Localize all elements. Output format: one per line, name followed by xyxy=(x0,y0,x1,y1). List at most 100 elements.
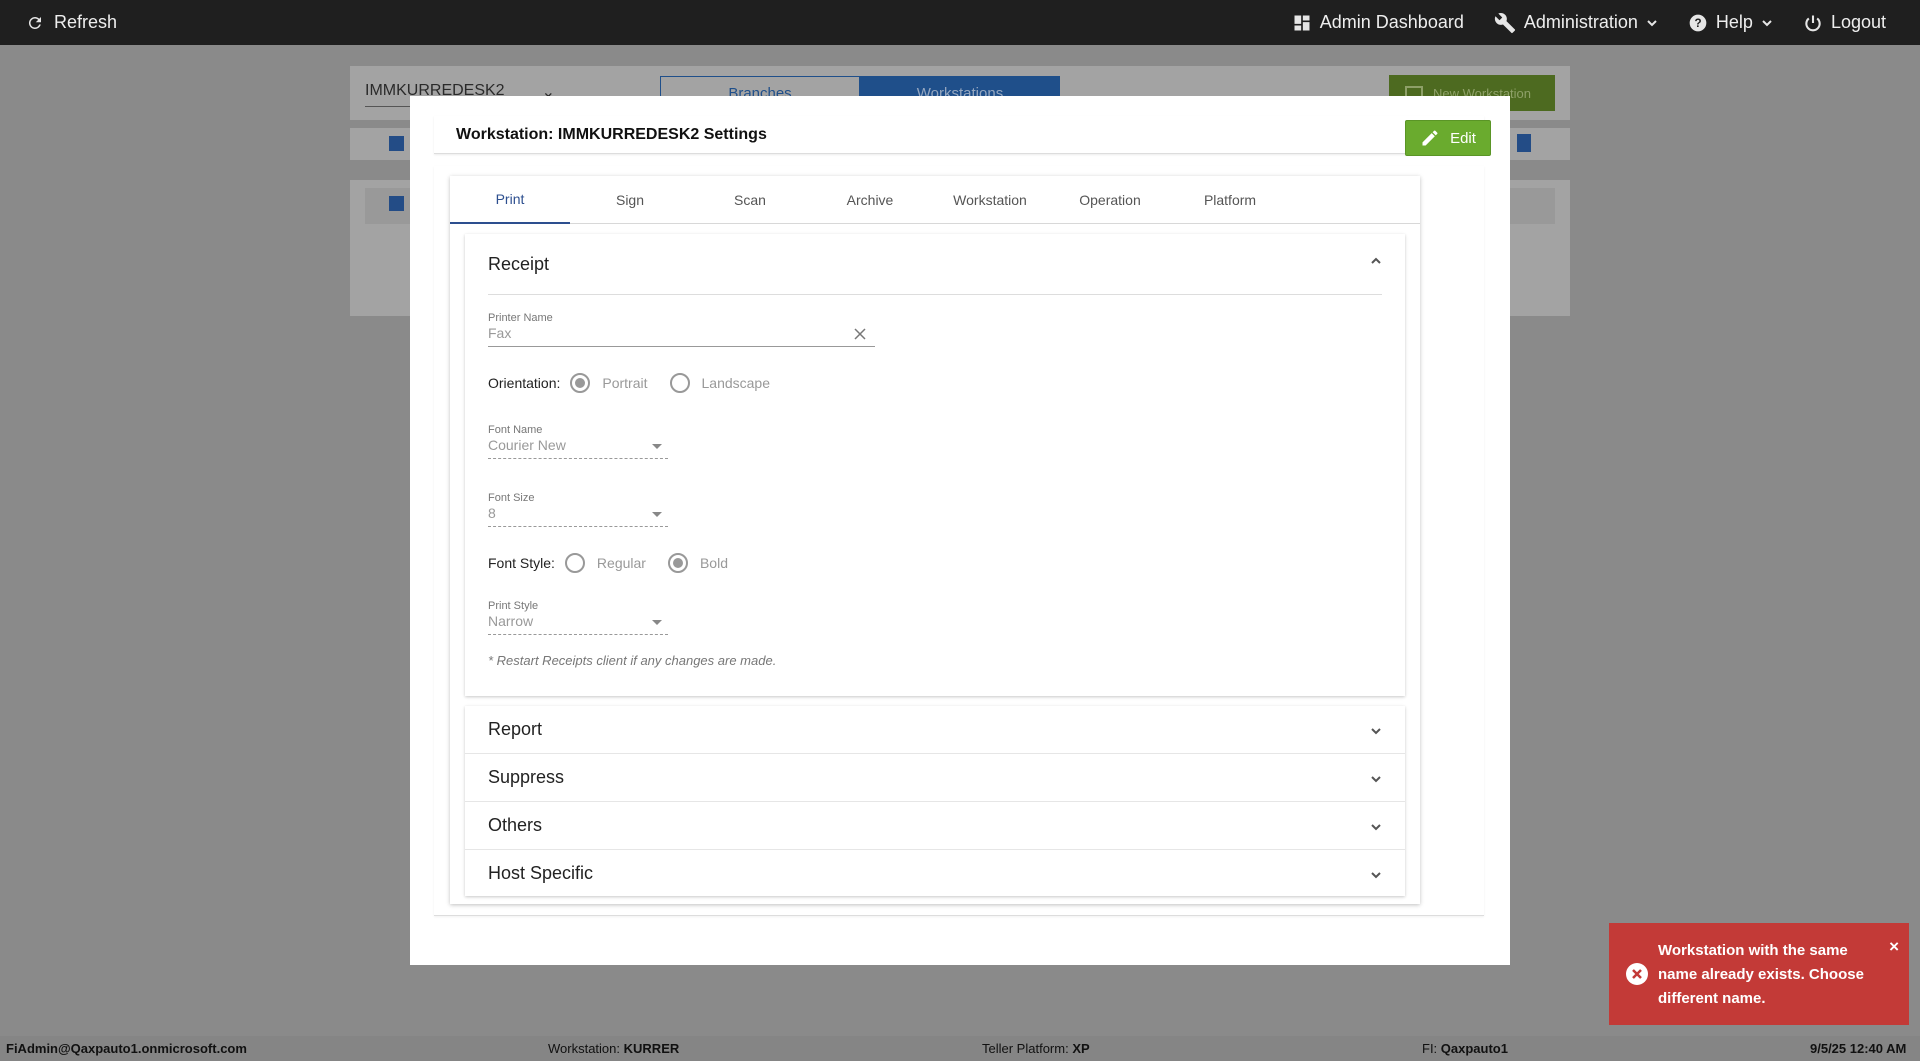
section-others[interactable]: Others xyxy=(465,802,1405,850)
dropdown-caret-icon[interactable] xyxy=(652,512,662,517)
tab-archive[interactable]: Archive xyxy=(810,176,930,224)
tab-scan[interactable]: Scan xyxy=(690,176,810,224)
tab-sign[interactable]: Sign xyxy=(570,176,690,224)
print-style-label: Print Style xyxy=(488,600,539,612)
close-icon[interactable]: × xyxy=(1889,938,1899,955)
help-menu[interactable]: ? Help xyxy=(1688,12,1773,33)
bold-radio[interactable] xyxy=(667,553,688,573)
status-workstation: Workstation: KURRER xyxy=(548,1041,679,1056)
modal-title: Workstation: IMMKURREDESK2 Settings xyxy=(456,126,767,143)
section-report[interactable]: Report xyxy=(465,706,1405,754)
top-navigation-bar: Refresh Admin Dashboard Administration ?… xyxy=(0,0,1920,45)
receipt-title[interactable]: Receipt xyxy=(488,254,549,275)
workstation-settings-modal: Workstation: IMMKURREDESK2 Settings Edit… xyxy=(410,96,1510,965)
section-report-title: Report xyxy=(488,719,543,739)
tab-workstation[interactable]: Workstation xyxy=(930,176,1050,224)
help-icon: ? xyxy=(1688,13,1708,33)
tab-print[interactable]: Print xyxy=(450,176,570,224)
portrait-label: Portrait xyxy=(602,375,648,391)
portrait-radio[interactable] xyxy=(570,373,591,393)
print-style-underline xyxy=(488,634,668,635)
power-icon xyxy=(1803,13,1823,33)
bold-label: Bold xyxy=(699,555,728,571)
pencil-icon xyxy=(1420,128,1440,148)
orientation-group: Orientation: Portrait Landscape xyxy=(488,373,792,393)
orientation-label: Orientation: xyxy=(488,375,561,391)
edit-button[interactable]: Edit xyxy=(1405,120,1491,156)
tab-operation[interactable]: Operation xyxy=(1050,176,1170,224)
print-style-select[interactable]: Narrow xyxy=(488,613,533,629)
section-host-specific-title: Host Specific xyxy=(488,863,594,883)
status-workstation-value: KURRER xyxy=(623,1041,680,1056)
trash-icon[interactable] xyxy=(1517,134,1531,152)
font-size-select[interactable]: 8 xyxy=(488,505,496,521)
select-all-checkbox[interactable] xyxy=(389,136,404,151)
logout-label: Logout xyxy=(1830,12,1886,32)
landscape-label: Landscape xyxy=(701,375,771,391)
font-size-underline xyxy=(488,526,668,527)
administration-menu[interactable]: Administration xyxy=(1494,12,1658,34)
font-name-underline xyxy=(488,458,668,459)
settings-card: Print Sign Scan Archive Workstation Oper… xyxy=(450,176,1420,904)
clear-icon[interactable] xyxy=(854,327,866,345)
error-icon xyxy=(1625,962,1649,991)
row-checkbox[interactable] xyxy=(389,196,404,211)
status-fi-value: Qaxpauto1 xyxy=(1440,1041,1508,1056)
chevron-down-icon xyxy=(1761,17,1773,29)
error-toast: Workstation with the same name already e… xyxy=(1609,923,1909,1025)
status-platform-value: XP xyxy=(1072,1041,1090,1056)
dashboard-icon xyxy=(1292,13,1312,33)
regular-radio[interactable] xyxy=(564,553,585,573)
status-fi-label: FI: xyxy=(1422,1041,1438,1056)
font-name-label: Font Name xyxy=(488,424,543,436)
regular-label: Regular xyxy=(596,555,646,571)
chevron-down-icon xyxy=(1369,868,1383,887)
status-platform-label: Teller Platform: xyxy=(982,1041,1069,1056)
settings-tabs: Print Sign Scan Archive Workstation Oper… xyxy=(450,176,1420,224)
chevron-down-icon xyxy=(1646,17,1658,29)
tab-platform[interactable]: Platform xyxy=(1170,176,1290,224)
status-datetime: 9/5/25 12:40 AM xyxy=(1810,1041,1906,1056)
section-suppress-title: Suppress xyxy=(488,767,565,787)
wrench-icon xyxy=(1494,12,1516,34)
top-nav: Admin Dashboard Administration ? Help Lo… xyxy=(1292,0,1886,45)
dropdown-caret-icon[interactable] xyxy=(652,444,662,449)
modal-header: Workstation: IMMKURREDESK2 Settings xyxy=(434,116,1484,154)
refresh-button[interactable]: Refresh xyxy=(26,0,117,45)
receipt-divider xyxy=(488,294,1382,295)
section-others-title: Others xyxy=(488,815,543,835)
administration-label: Administration xyxy=(1523,12,1638,32)
edit-label: Edit xyxy=(1450,129,1476,147)
chevron-down-icon xyxy=(1369,772,1383,791)
receipt-panel: Receipt Printer Name Fax Orientation: Po… xyxy=(465,234,1405,696)
refresh-label: Refresh xyxy=(54,12,118,32)
restart-note: * Restart Receipts client if any changes… xyxy=(488,653,777,668)
font-style-group: Font Style: Regular Bold xyxy=(488,553,750,573)
status-bar: FiAdmin@Qaxpauto1.onmicrosoft.com Workst… xyxy=(0,1036,1920,1061)
printer-name-label: Printer Name xyxy=(488,312,553,324)
section-suppress[interactable]: Suppress xyxy=(465,754,1405,802)
section-host-specific[interactable]: Host Specific xyxy=(465,850,1405,898)
refresh-icon xyxy=(26,14,44,32)
chevron-down-icon xyxy=(1369,820,1383,839)
status-platform: Teller Platform: XP xyxy=(982,1041,1090,1056)
status-user-value: FiAdmin@Qaxpauto1.onmicrosoft.com xyxy=(6,1041,247,1056)
chevron-up-icon[interactable] xyxy=(1369,254,1383,273)
printer-name-input[interactable]: Fax xyxy=(488,325,511,341)
status-datetime-value: 9/5/25 12:40 AM xyxy=(1810,1041,1907,1056)
dropdown-caret-icon[interactable] xyxy=(652,620,662,625)
collapsed-sections: Report Suppress Others Host Specific xyxy=(465,706,1405,896)
status-user: FiAdmin@Qaxpauto1.onmicrosoft.com xyxy=(6,1041,247,1056)
status-workstation-label: Workstation: xyxy=(548,1041,621,1056)
font-style-label: Font Style: xyxy=(488,555,555,571)
toast-message: Workstation with the same name already e… xyxy=(1658,942,1864,1007)
landscape-radio[interactable] xyxy=(669,373,690,393)
help-label: Help xyxy=(1715,12,1753,32)
logout-button[interactable]: Logout xyxy=(1803,12,1886,33)
font-name-select[interactable]: Courier New xyxy=(488,437,566,453)
admin-dashboard-link[interactable]: Admin Dashboard xyxy=(1292,12,1464,33)
printer-name-underline xyxy=(488,346,875,347)
svg-text:?: ? xyxy=(1694,17,1701,30)
font-size-label: Font Size xyxy=(488,492,535,504)
chevron-down-icon xyxy=(1369,724,1383,743)
